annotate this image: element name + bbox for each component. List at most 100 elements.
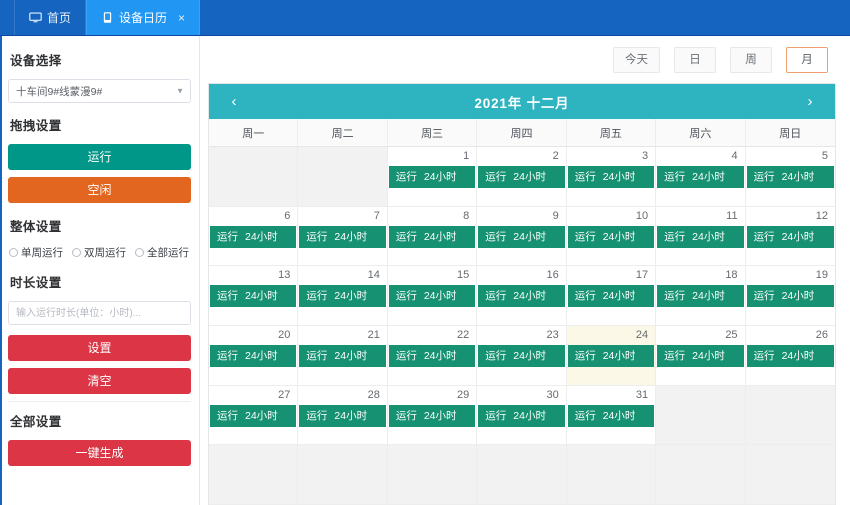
- calendar-event[interactable]: 运行 24小时: [388, 285, 476, 308]
- calendar-day-cell-25[interactable]: 25 运行 24小时: [656, 326, 746, 386]
- duration-input[interactable]: [8, 301, 191, 325]
- calendar-event[interactable]: 运行 24小时: [657, 166, 744, 188]
- calendar-event[interactable]: 运行 24小时: [567, 345, 655, 367]
- calendar-event[interactable]: 运行 24小时: [210, 225, 297, 248]
- calendar-event[interactable]: 运行 24小时: [657, 285, 744, 308]
- event-duration-label: 24小时: [602, 230, 636, 243]
- calendar-event[interactable]: 运行 24小时: [388, 225, 476, 248]
- calendar-event[interactable]: 运行 24小时: [746, 285, 834, 308]
- calendar-event[interactable]: 运行 24小时: [567, 225, 655, 248]
- prev-month-icon[interactable]: ‹: [225, 94, 243, 109]
- calendar-day-cell-30[interactable]: 30 运行 24小时: [477, 385, 567, 446]
- calendar-event[interactable]: 运行 24小时: [567, 404, 655, 427]
- generate-button[interactable]: 一键生成: [8, 440, 191, 466]
- calendar-empty-cell: [387, 445, 478, 505]
- calendar-day-cell-6[interactable]: 6 运行 24小时: [209, 206, 299, 267]
- calendar-event[interactable]: 运行 24小时: [478, 404, 565, 427]
- calendar-day-cell-28[interactable]: 28 运行 24小时: [298, 385, 388, 446]
- calendar-event[interactable]: 运行 24小时: [746, 166, 834, 188]
- calendar-day-cell-15[interactable]: 15 运行 24小时: [387, 266, 478, 326]
- radio-double-week[interactable]: 双周运行: [72, 245, 126, 260]
- day-number: 18: [725, 269, 738, 282]
- set-button[interactable]: 设置: [8, 335, 191, 361]
- event-duration-label: 24小时: [692, 350, 725, 362]
- calendar-day-cell-27[interactable]: 27 运行 24小时: [209, 385, 299, 446]
- calendar-event[interactable]: 运行 24小时: [478, 166, 565, 188]
- day-number: 16: [546, 269, 559, 282]
- radio-all-run[interactable]: 全部运行: [135, 245, 189, 260]
- day-view-button[interactable]: 日: [674, 46, 716, 73]
- calendar-panel: 今天 日 周 月 ‹ 2021年 十二月 › 周一 周二 周三 周四 周五 周六 周日 1运…: [200, 36, 850, 505]
- calendar-event[interactable]: 运行 24小时: [299, 285, 386, 308]
- calendar-day-cell-21[interactable]: 21 运行 24小时: [298, 326, 388, 386]
- close-icon[interactable]: ×: [178, 12, 185, 24]
- event-status-label: 运行: [395, 230, 417, 243]
- event-status-label: 运行: [217, 230, 238, 243]
- calendar-event[interactable]: 运行 24小时: [299, 404, 386, 427]
- event-duration-label: 24小时: [245, 230, 278, 243]
- calendar-day-cell-31[interactable]: 31 运行 24小时: [566, 385, 657, 446]
- calendar-day-cell-2[interactable]: 2 运行 24小时: [477, 147, 567, 207]
- today-button[interactable]: 今天: [613, 46, 660, 73]
- calendar-day-cell-12[interactable]: 12 运行 24小时: [745, 206, 835, 267]
- calendar-event[interactable]: 运行 24小时: [388, 345, 476, 367]
- calendar-empty-cell: [209, 445, 299, 505]
- calendar-event[interactable]: 运行 24小时: [657, 225, 744, 248]
- month-view-button[interactable]: 月: [786, 46, 828, 73]
- calendar-day-cell-29[interactable]: 29 运行 24小时: [387, 385, 478, 446]
- calendar-event[interactable]: 运行 24小时: [478, 345, 565, 367]
- calendar-event[interactable]: 运行 24小时: [567, 285, 655, 308]
- calendar-day-cell-13[interactable]: 13 运行 24小时: [209, 266, 299, 326]
- calendar-day-cell-22[interactable]: 22 运行 24小时: [387, 326, 478, 386]
- calendar-day-cell-24[interactable]: 24 运行 24小时: [566, 326, 657, 386]
- calendar-day-cell-4[interactable]: 4 运行 24小时: [656, 147, 746, 207]
- day-number: 12: [815, 209, 828, 222]
- tab-home[interactable]: 首页: [14, 0, 87, 35]
- calendar-day-cell-23[interactable]: 23 运行 24小时: [477, 326, 567, 386]
- calendar-day-cell-16[interactable]: 16 运行 24小时: [477, 266, 567, 326]
- clear-button[interactable]: 清空: [8, 368, 191, 394]
- event-status-label: 运行: [217, 409, 238, 422]
- calendar-day-cell-26[interactable]: 26 运行 24小时: [745, 326, 835, 386]
- calendar-empty-cell: [566, 445, 657, 505]
- calendar-event[interactable]: 运行 24小时: [567, 166, 655, 188]
- calendar-day-cell-18[interactable]: 18 运行 24小时: [656, 266, 746, 326]
- calendar-event[interactable]: 运行 24小时: [388, 166, 476, 188]
- next-month-icon[interactable]: ›: [801, 94, 819, 109]
- weekday-header-2: 周三: [388, 119, 478, 146]
- week-view-button[interactable]: 周: [730, 46, 772, 73]
- run-drag-button[interactable]: 运行: [8, 144, 191, 170]
- calendar-event[interactable]: 运行 24小时: [746, 345, 834, 367]
- radio-single-week[interactable]: 单周运行: [9, 245, 63, 260]
- calendar-event[interactable]: 运行 24小时: [478, 285, 565, 308]
- calendar-day-cell-14[interactable]: 14 运行 24小时: [298, 266, 388, 326]
- tab-device-calendar[interactable]: 设备日历 ×: [86, 0, 201, 35]
- calendar-event[interactable]: 运行 24小时: [746, 225, 834, 248]
- calendar-event[interactable]: 运行 24小时: [210, 404, 297, 427]
- calendar-event[interactable]: 运行 24小时: [299, 345, 386, 367]
- calendar-day-cell-1[interactable]: 1 运行 24小时: [387, 147, 478, 207]
- calendar-day-cell-3[interactable]: 3 运行 24小时: [566, 147, 657, 207]
- tab-home-label: 首页: [47, 11, 72, 25]
- event-duration-label: 24小时: [602, 409, 636, 422]
- calendar-event[interactable]: 运行 24小时: [388, 404, 476, 427]
- calendar-day-cell-9[interactable]: 9 运行 24小时: [477, 206, 567, 267]
- calendar-day-cell-10[interactable]: 10 运行 24小时: [566, 206, 657, 267]
- device-select-value: 十车间9#线蒙漫9#: [16, 85, 103, 98]
- calendar-day-cell-5[interactable]: 5 运行 24小时: [745, 147, 835, 207]
- weekday-header-5: 周六: [656, 119, 746, 146]
- calendar-day-cell-11[interactable]: 11 运行 24小时: [656, 206, 746, 267]
- calendar-event[interactable]: 运行 24小时: [657, 345, 744, 367]
- event-status-label: 运行: [217, 290, 238, 303]
- calendar-event[interactable]: 运行 24小时: [210, 345, 297, 367]
- calendar-day-cell-20[interactable]: 20 运行 24小时: [209, 326, 299, 386]
- idle-drag-button[interactable]: 空闲: [8, 177, 191, 203]
- calendar-event[interactable]: 运行 24小时: [210, 285, 297, 308]
- device-select[interactable]: 十车间9#线蒙漫9# ▼: [8, 79, 191, 103]
- calendar-day-cell-7[interactable]: 7 运行 24小时: [298, 206, 388, 267]
- calendar-event[interactable]: 运行 24小时: [299, 225, 386, 248]
- calendar-event[interactable]: 运行 24小时: [478, 225, 565, 248]
- calendar-day-cell-19[interactable]: 19 运行 24小时: [745, 266, 835, 326]
- calendar-day-cell-17[interactable]: 17 运行 24小时: [566, 266, 657, 326]
- calendar-day-cell-8[interactable]: 8 运行 24小时: [387, 206, 478, 267]
